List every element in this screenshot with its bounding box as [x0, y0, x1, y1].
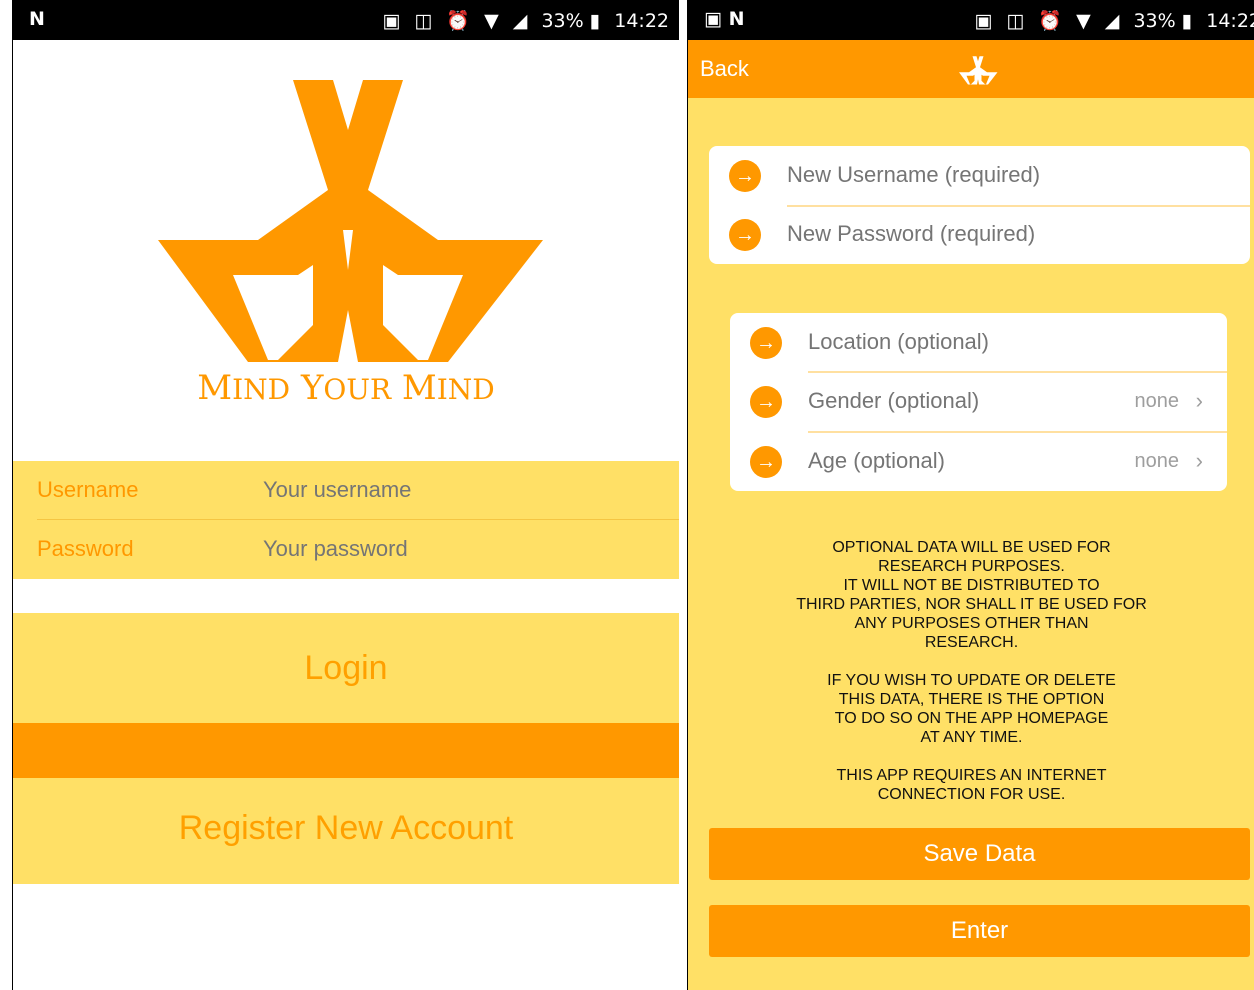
location-input[interactable]: Location (optional)	[808, 329, 989, 355]
gender-label: Gender (optional)	[808, 388, 980, 413]
battery-percent: 33%	[1133, 10, 1176, 32]
password-input[interactable]: Your password	[263, 536, 408, 562]
location-field[interactable]: → Location (optional)	[730, 313, 1227, 373]
arrow-right-circle-icon: →	[750, 446, 782, 478]
clock: 14:22	[1206, 10, 1254, 32]
login-screen: N ▣ ◫ ⏰ ▼ ◢ 33% ▮ 14:22 MIND YOUR MIND U…	[12, 0, 679, 990]
nav-bar: Back	[688, 40, 1254, 98]
vibrate-icon: ◫	[414, 10, 433, 32]
battery-icon: ▮	[589, 10, 601, 32]
new-password-input[interactable]: New Password (required)	[787, 221, 1035, 247]
notification-icons: ▣ N	[704, 8, 745, 30]
battery-icon: ▮	[1181, 10, 1193, 32]
gender-value: none	[1134, 390, 1180, 412]
gender-row[interactable]: → Gender (optional) none ›	[730, 372, 1227, 432]
optional-card: → Location (optional) → Gender (optional…	[730, 313, 1227, 491]
status-icons: ▣ ◫ ⏰ ▼ ◢ 33% ▮ 14:22	[382, 9, 669, 32]
arrow-right-circle-icon: →	[750, 386, 782, 418]
register-screen: ▣ N ▣ ◫ ⏰ ▼ ◢ 33% ▮ 14:22 Back → New Use…	[687, 0, 1254, 990]
privacy-notice: OPTIONAL DATA WILL BE USED FOR RESEARCH …	[796, 539, 1147, 803]
app-logo-text: MIND YOUR MIND	[197, 368, 495, 408]
age-value: none	[1134, 450, 1180, 472]
username-label: Username	[37, 477, 139, 502]
new-username-input[interactable]: New Username (required)	[787, 162, 1040, 188]
new-username-field[interactable]: → New Username (required)	[709, 146, 1250, 206]
arrow-right-circle-icon: →	[729, 160, 761, 192]
clock: 14:22	[614, 10, 669, 32]
signal-icon: ◢	[512, 10, 528, 32]
battery-percent: 33%	[541, 10, 584, 32]
chevron-right-icon: ›	[1195, 448, 1203, 473]
wifi-icon: ▼	[1076, 10, 1091, 32]
status-bar: ▣ N ▣ ◫ ⏰ ▼ ◢ 33% ▮ 14:22	[688, 0, 1254, 40]
nfc-icon: ▣	[382, 10, 401, 32]
enter-button[interactable]: Enter	[709, 905, 1250, 957]
account-card: → New Username (required) → New Password…	[709, 146, 1250, 264]
vibrate-icon: ◫	[1006, 10, 1025, 32]
password-label: Password	[37, 536, 134, 561]
signal-icon: ◢	[1104, 10, 1120, 32]
alarm-icon: ⏰	[1038, 10, 1063, 32]
app-logo-icon	[959, 56, 998, 85]
divider-bar	[13, 723, 679, 778]
age-row[interactable]: → Age (optional) none ›	[730, 432, 1227, 492]
register-button[interactable]: Register New Account	[13, 778, 679, 884]
status-icons: ▣ ◫ ⏰ ▼ ◢ 33% ▮ 14:22	[974, 9, 1254, 32]
notification-icon: N	[29, 8, 45, 30]
app-logo-icon	[158, 80, 543, 362]
status-bar: N ▣ ◫ ⏰ ▼ ◢ 33% ▮ 14:22	[13, 0, 679, 40]
chevron-right-icon: ›	[1195, 388, 1203, 413]
alarm-icon: ⏰	[446, 10, 471, 32]
credentials-form: Username Your username Password Your pas…	[13, 461, 679, 579]
arrow-right-circle-icon: →	[729, 219, 761, 251]
nfc-icon: ▣	[974, 10, 993, 32]
save-data-button[interactable]: Save Data	[709, 828, 1250, 880]
username-input[interactable]: Your username	[263, 477, 411, 503]
login-button[interactable]: Login	[13, 613, 679, 723]
wifi-icon: ▼	[484, 10, 499, 32]
back-button[interactable]: Back	[700, 56, 749, 82]
arrow-right-circle-icon: →	[750, 327, 782, 359]
new-password-field[interactable]: → New Password (required)	[709, 205, 1250, 265]
password-field[interactable]: Password Your password	[37, 520, 669, 578]
username-field[interactable]: Username Your username	[37, 461, 669, 519]
age-label: Age (optional)	[808, 448, 945, 473]
